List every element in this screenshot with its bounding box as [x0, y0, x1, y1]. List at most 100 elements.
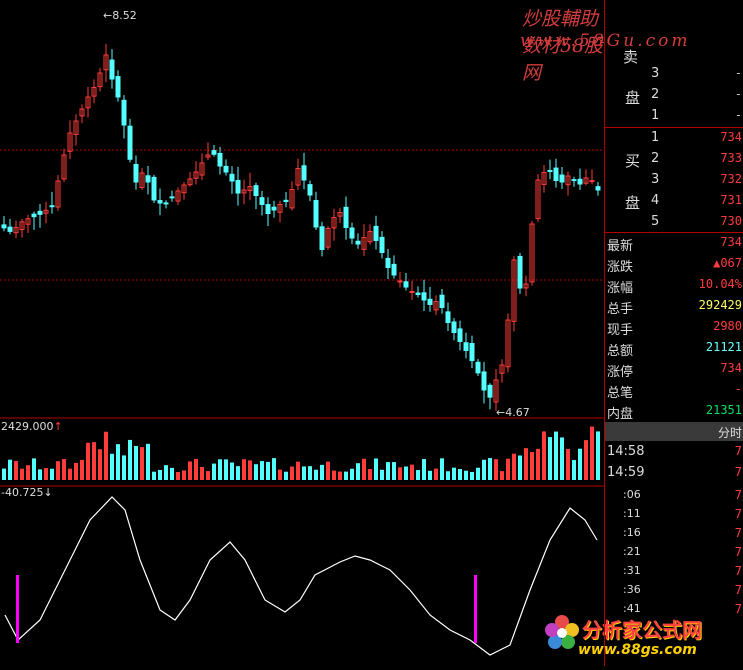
- candle-body: [343, 206, 349, 229]
- volume-bar: [86, 442, 90, 480]
- sell-row[interactable]: 2-: [605, 85, 743, 106]
- quote-row-value: 734: [720, 361, 742, 375]
- candle-body: [283, 199, 289, 203]
- volume-bar: [434, 468, 438, 480]
- volume-bar: [182, 470, 186, 480]
- quote-row[interactable]: 现手 2980: [605, 317, 743, 338]
- volume-bar: [272, 458, 276, 480]
- volume-bar: [440, 458, 444, 480]
- tick-row[interactable]: :11 7: [605, 505, 743, 526]
- tick-row[interactable]: 14:58 7: [605, 442, 743, 463]
- buy-row-label: 1: [651, 130, 660, 145]
- tick-row[interactable]: 14:59 7: [605, 463, 743, 484]
- arrow-left-icon: ←: [496, 406, 506, 419]
- quote-row-value: 21351: [705, 403, 742, 417]
- volume-bar: [260, 461, 264, 480]
- volume-bar: [296, 461, 300, 480]
- tick-row[interactable]: :36 7: [605, 581, 743, 602]
- candle-body: [223, 165, 229, 173]
- volume-bar: [98, 449, 102, 480]
- volume-bar: [476, 467, 480, 480]
- candle-body: [145, 175, 151, 183]
- candle-body: [517, 255, 523, 289]
- candlestick-chart[interactable]: [0, 0, 604, 666]
- volume-bar: [368, 469, 372, 480]
- volume-bar: [128, 439, 132, 480]
- quote-row-value: 10.04%: [698, 277, 742, 291]
- volume-bar: [470, 471, 474, 480]
- buy-row[interactable]: 4 731: [605, 191, 743, 212]
- candle-body: [589, 180, 595, 183]
- quote-row[interactable]: 内盘 21351: [605, 401, 743, 422]
- tick-value: 7: [734, 465, 742, 479]
- tick-row[interactable]: :16 7: [605, 524, 743, 545]
- volume-bar: [254, 464, 258, 480]
- volume-bar: [14, 461, 18, 480]
- volume-bar: [338, 471, 342, 480]
- signal-bar: [16, 575, 19, 643]
- buy-row[interactable]: 1 734: [605, 128, 743, 149]
- candle-body: [115, 76, 121, 98]
- candle-body: [265, 204, 271, 214]
- quote-row[interactable]: 总笔 -: [605, 380, 743, 401]
- volume-bar: [152, 471, 156, 480]
- candle-body: [109, 59, 115, 80]
- tick-row[interactable]: :31 7: [605, 562, 743, 583]
- sell-row-label: 1: [651, 108, 660, 123]
- volume-label: 2429.000↑: [1, 420, 63, 433]
- ticks-header[interactable]: 分时: [605, 422, 743, 441]
- chart-area[interactable]: ←8.52 ←4.67 2429.000↑ -40.725↓ 炒股輔助数材58股…: [0, 0, 702, 666]
- quote-row-label: 总笔: [607, 386, 634, 401]
- quote-row[interactable]: 总额 21121: [605, 338, 743, 359]
- volume-bar: [392, 462, 396, 480]
- tick-time: :11: [623, 507, 641, 520]
- volume-bar: [530, 452, 534, 480]
- candle-body: [385, 257, 391, 269]
- candle-body: [391, 263, 397, 276]
- volume-bar: [206, 471, 210, 480]
- price-high-value: 8.52: [112, 9, 137, 22]
- candle-body: [49, 205, 55, 208]
- candle-body: [421, 292, 427, 301]
- sell-row[interactable]: 3-: [605, 64, 743, 85]
- candle-body: [121, 99, 127, 126]
- indicator-label: -40.725↓: [1, 486, 53, 499]
- candle-body: [271, 206, 277, 211]
- tick-value: 7: [734, 444, 742, 458]
- quote-row[interactable]: 最新 734: [605, 233, 743, 254]
- arrow-left-icon: ←: [103, 9, 113, 22]
- tick-value: 7: [734, 583, 742, 597]
- buy-row[interactable]: 2 733: [605, 149, 743, 170]
- buy-row-value: 730: [720, 214, 742, 228]
- tick-row[interactable]: :21 7: [605, 543, 743, 564]
- sell-row-label: 3: [651, 66, 660, 81]
- candle-body: [169, 196, 175, 199]
- candle-body: [571, 179, 577, 182]
- volume-bar: [536, 448, 540, 480]
- buy-row[interactable]: 5 730: [605, 212, 743, 233]
- tick-row[interactable]: :06 7: [605, 486, 743, 507]
- volume-bar: [80, 459, 84, 480]
- quote-row[interactable]: 涨幅 10.04%: [605, 275, 743, 296]
- tick-time: :41: [623, 602, 641, 615]
- quote-row[interactable]: 总手 292429: [605, 296, 743, 317]
- tick-time: :31: [623, 564, 641, 577]
- buy-row[interactable]: 3 732: [605, 170, 743, 191]
- volume-bar: [446, 471, 450, 480]
- volume-bar: [584, 440, 588, 480]
- candle-body: [445, 311, 451, 324]
- volume-bar: [242, 459, 246, 480]
- quote-row[interactable]: 涨跌 ▲067: [605, 254, 743, 275]
- volume-bar: [524, 448, 528, 480]
- quote-panel: 卖 盘 3-2-1- 买 盘 1 734 2 733 3 732 4 731 5 730 最新 73…: [604, 0, 743, 666]
- candle-body: [451, 321, 457, 334]
- volume-bar: [194, 458, 198, 480]
- candle-body: [547, 170, 553, 173]
- candle-body: [427, 298, 433, 305]
- tick-row[interactable]: :41 7: [605, 600, 743, 621]
- volume-bar: [374, 458, 378, 480]
- volume-bar: [134, 445, 138, 480]
- quote-row[interactable]: 涨停 734: [605, 359, 743, 380]
- candle-body: [133, 163, 139, 183]
- sell-row[interactable]: 1-: [605, 106, 743, 127]
